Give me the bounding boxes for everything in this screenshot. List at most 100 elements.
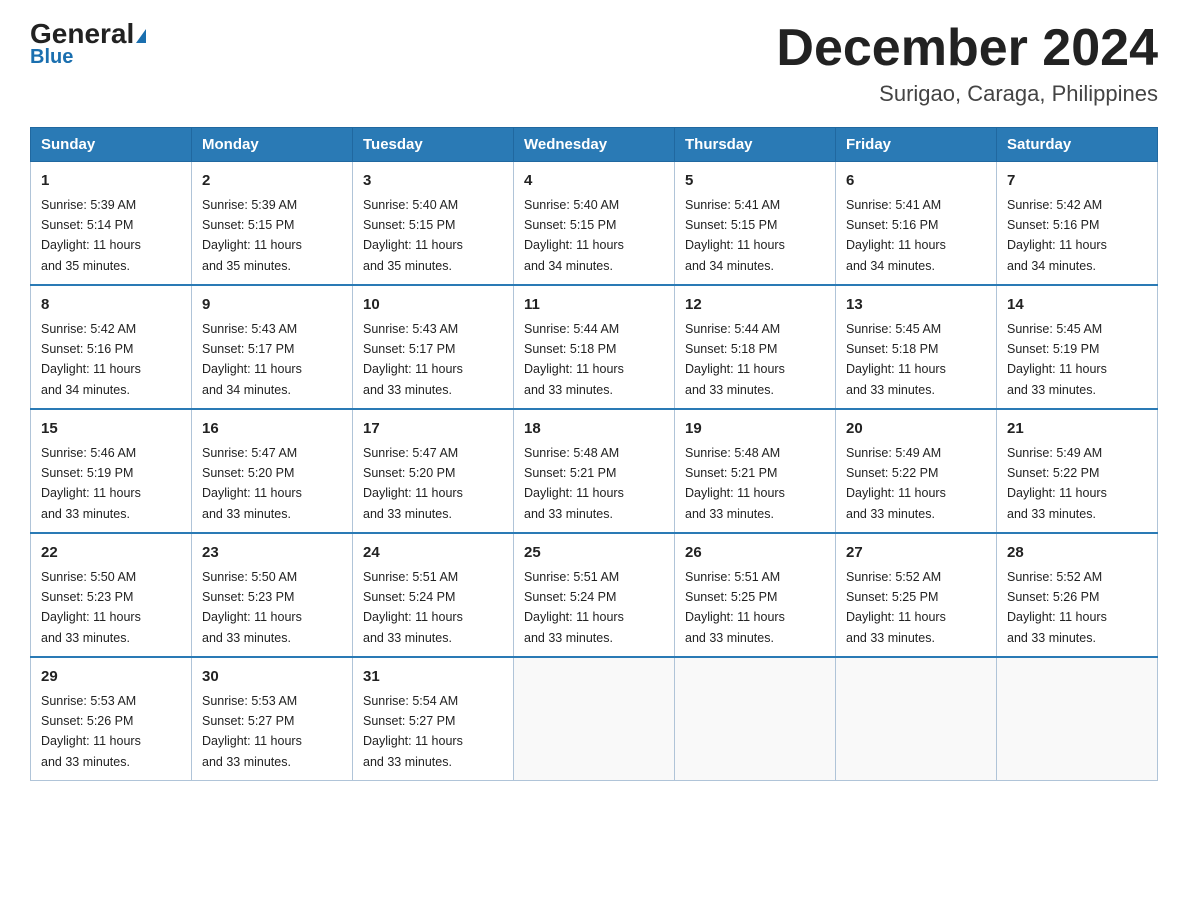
table-row (675, 657, 836, 781)
day-number: 28 (1007, 542, 1147, 565)
table-row: 14 Sunrise: 5:45 AMSunset: 5:19 PMDaylig… (997, 285, 1158, 409)
day-info: Sunrise: 5:49 AMSunset: 5:22 PMDaylight:… (846, 446, 946, 521)
day-number: 23 (202, 542, 342, 565)
day-info: Sunrise: 5:50 AMSunset: 5:23 PMDaylight:… (202, 570, 302, 645)
day-number: 30 (202, 666, 342, 689)
logo: General Blue (30, 20, 146, 69)
table-row: 1 Sunrise: 5:39 AMSunset: 5:14 PMDayligh… (31, 162, 192, 286)
title-block: December 2024 Surigao, Caraga, Philippin… (776, 20, 1158, 107)
day-number: 15 (41, 418, 181, 441)
table-row: 17 Sunrise: 5:47 AMSunset: 5:20 PMDaylig… (353, 409, 514, 533)
day-number: 3 (363, 170, 503, 193)
day-number: 17 (363, 418, 503, 441)
table-row: 23 Sunrise: 5:50 AMSunset: 5:23 PMDaylig… (192, 533, 353, 657)
day-number: 29 (41, 666, 181, 689)
day-number: 7 (1007, 170, 1147, 193)
day-info: Sunrise: 5:51 AMSunset: 5:24 PMDaylight:… (524, 570, 624, 645)
day-info: Sunrise: 5:43 AMSunset: 5:17 PMDaylight:… (202, 322, 302, 397)
calendar-week-row: 15 Sunrise: 5:46 AMSunset: 5:19 PMDaylig… (31, 409, 1158, 533)
logo-blue: Blue (30, 46, 73, 69)
logo-general: General (30, 20, 146, 48)
table-row: 3 Sunrise: 5:40 AMSunset: 5:15 PMDayligh… (353, 162, 514, 286)
day-info: Sunrise: 5:39 AMSunset: 5:14 PMDaylight:… (41, 198, 141, 273)
table-row: 2 Sunrise: 5:39 AMSunset: 5:15 PMDayligh… (192, 162, 353, 286)
day-number: 22 (41, 542, 181, 565)
day-info: Sunrise: 5:44 AMSunset: 5:18 PMDaylight:… (524, 322, 624, 397)
table-row: 9 Sunrise: 5:43 AMSunset: 5:17 PMDayligh… (192, 285, 353, 409)
table-row (836, 657, 997, 781)
day-info: Sunrise: 5:44 AMSunset: 5:18 PMDaylight:… (685, 322, 785, 397)
table-row: 6 Sunrise: 5:41 AMSunset: 5:16 PMDayligh… (836, 162, 997, 286)
day-number: 14 (1007, 294, 1147, 317)
table-row: 29 Sunrise: 5:53 AMSunset: 5:26 PMDaylig… (31, 657, 192, 781)
table-row (514, 657, 675, 781)
table-row: 22 Sunrise: 5:50 AMSunset: 5:23 PMDaylig… (31, 533, 192, 657)
month-title: December 2024 (776, 20, 1158, 77)
day-number: 8 (41, 294, 181, 317)
day-info: Sunrise: 5:51 AMSunset: 5:25 PMDaylight:… (685, 570, 785, 645)
calendar-week-row: 1 Sunrise: 5:39 AMSunset: 5:14 PMDayligh… (31, 162, 1158, 286)
day-info: Sunrise: 5:51 AMSunset: 5:24 PMDaylight:… (363, 570, 463, 645)
calendar-week-row: 29 Sunrise: 5:53 AMSunset: 5:26 PMDaylig… (31, 657, 1158, 781)
day-info: Sunrise: 5:47 AMSunset: 5:20 PMDaylight:… (202, 446, 302, 521)
day-info: Sunrise: 5:43 AMSunset: 5:17 PMDaylight:… (363, 322, 463, 397)
table-row: 4 Sunrise: 5:40 AMSunset: 5:15 PMDayligh… (514, 162, 675, 286)
day-info: Sunrise: 5:49 AMSunset: 5:22 PMDaylight:… (1007, 446, 1107, 521)
day-info: Sunrise: 5:45 AMSunset: 5:18 PMDaylight:… (846, 322, 946, 397)
day-number: 13 (846, 294, 986, 317)
day-number: 26 (685, 542, 825, 565)
location-title: Surigao, Caraga, Philippines (776, 81, 1158, 107)
day-number: 12 (685, 294, 825, 317)
day-info: Sunrise: 5:48 AMSunset: 5:21 PMDaylight:… (685, 446, 785, 521)
day-info: Sunrise: 5:40 AMSunset: 5:15 PMDaylight:… (363, 198, 463, 273)
day-number: 1 (41, 170, 181, 193)
day-number: 4 (524, 170, 664, 193)
day-number: 20 (846, 418, 986, 441)
day-number: 31 (363, 666, 503, 689)
table-row: 13 Sunrise: 5:45 AMSunset: 5:18 PMDaylig… (836, 285, 997, 409)
day-info: Sunrise: 5:52 AMSunset: 5:26 PMDaylight:… (1007, 570, 1107, 645)
table-row: 10 Sunrise: 5:43 AMSunset: 5:17 PMDaylig… (353, 285, 514, 409)
table-row: 31 Sunrise: 5:54 AMSunset: 5:27 PMDaylig… (353, 657, 514, 781)
col-tuesday: Tuesday (353, 128, 514, 162)
table-row: 21 Sunrise: 5:49 AMSunset: 5:22 PMDaylig… (997, 409, 1158, 533)
logo-triangle-icon (136, 29, 146, 43)
day-number: 6 (846, 170, 986, 193)
day-info: Sunrise: 5:42 AMSunset: 5:16 PMDaylight:… (1007, 198, 1107, 273)
col-saturday: Saturday (997, 128, 1158, 162)
table-row: 28 Sunrise: 5:52 AMSunset: 5:26 PMDaylig… (997, 533, 1158, 657)
day-info: Sunrise: 5:46 AMSunset: 5:19 PMDaylight:… (41, 446, 141, 521)
calendar-week-row: 22 Sunrise: 5:50 AMSunset: 5:23 PMDaylig… (31, 533, 1158, 657)
table-row: 8 Sunrise: 5:42 AMSunset: 5:16 PMDayligh… (31, 285, 192, 409)
day-number: 9 (202, 294, 342, 317)
table-row (997, 657, 1158, 781)
table-row: 24 Sunrise: 5:51 AMSunset: 5:24 PMDaylig… (353, 533, 514, 657)
table-row: 19 Sunrise: 5:48 AMSunset: 5:21 PMDaylig… (675, 409, 836, 533)
day-info: Sunrise: 5:50 AMSunset: 5:23 PMDaylight:… (41, 570, 141, 645)
day-info: Sunrise: 5:54 AMSunset: 5:27 PMDaylight:… (363, 694, 463, 769)
day-number: 5 (685, 170, 825, 193)
calendar-table: Sunday Monday Tuesday Wednesday Thursday… (30, 127, 1158, 781)
day-number: 2 (202, 170, 342, 193)
table-row: 16 Sunrise: 5:47 AMSunset: 5:20 PMDaylig… (192, 409, 353, 533)
table-row: 7 Sunrise: 5:42 AMSunset: 5:16 PMDayligh… (997, 162, 1158, 286)
col-sunday: Sunday (31, 128, 192, 162)
day-info: Sunrise: 5:47 AMSunset: 5:20 PMDaylight:… (363, 446, 463, 521)
day-info: Sunrise: 5:39 AMSunset: 5:15 PMDaylight:… (202, 198, 302, 273)
day-number: 10 (363, 294, 503, 317)
day-number: 16 (202, 418, 342, 441)
table-row: 18 Sunrise: 5:48 AMSunset: 5:21 PMDaylig… (514, 409, 675, 533)
page-header: General Blue December 2024 Surigao, Cara… (30, 20, 1158, 107)
table-row: 20 Sunrise: 5:49 AMSunset: 5:22 PMDaylig… (836, 409, 997, 533)
col-wednesday: Wednesday (514, 128, 675, 162)
day-number: 19 (685, 418, 825, 441)
day-info: Sunrise: 5:53 AMSunset: 5:27 PMDaylight:… (202, 694, 302, 769)
table-row: 27 Sunrise: 5:52 AMSunset: 5:25 PMDaylig… (836, 533, 997, 657)
day-info: Sunrise: 5:40 AMSunset: 5:15 PMDaylight:… (524, 198, 624, 273)
day-number: 21 (1007, 418, 1147, 441)
day-info: Sunrise: 5:45 AMSunset: 5:19 PMDaylight:… (1007, 322, 1107, 397)
table-row: 15 Sunrise: 5:46 AMSunset: 5:19 PMDaylig… (31, 409, 192, 533)
col-monday: Monday (192, 128, 353, 162)
day-info: Sunrise: 5:53 AMSunset: 5:26 PMDaylight:… (41, 694, 141, 769)
table-row: 11 Sunrise: 5:44 AMSunset: 5:18 PMDaylig… (514, 285, 675, 409)
